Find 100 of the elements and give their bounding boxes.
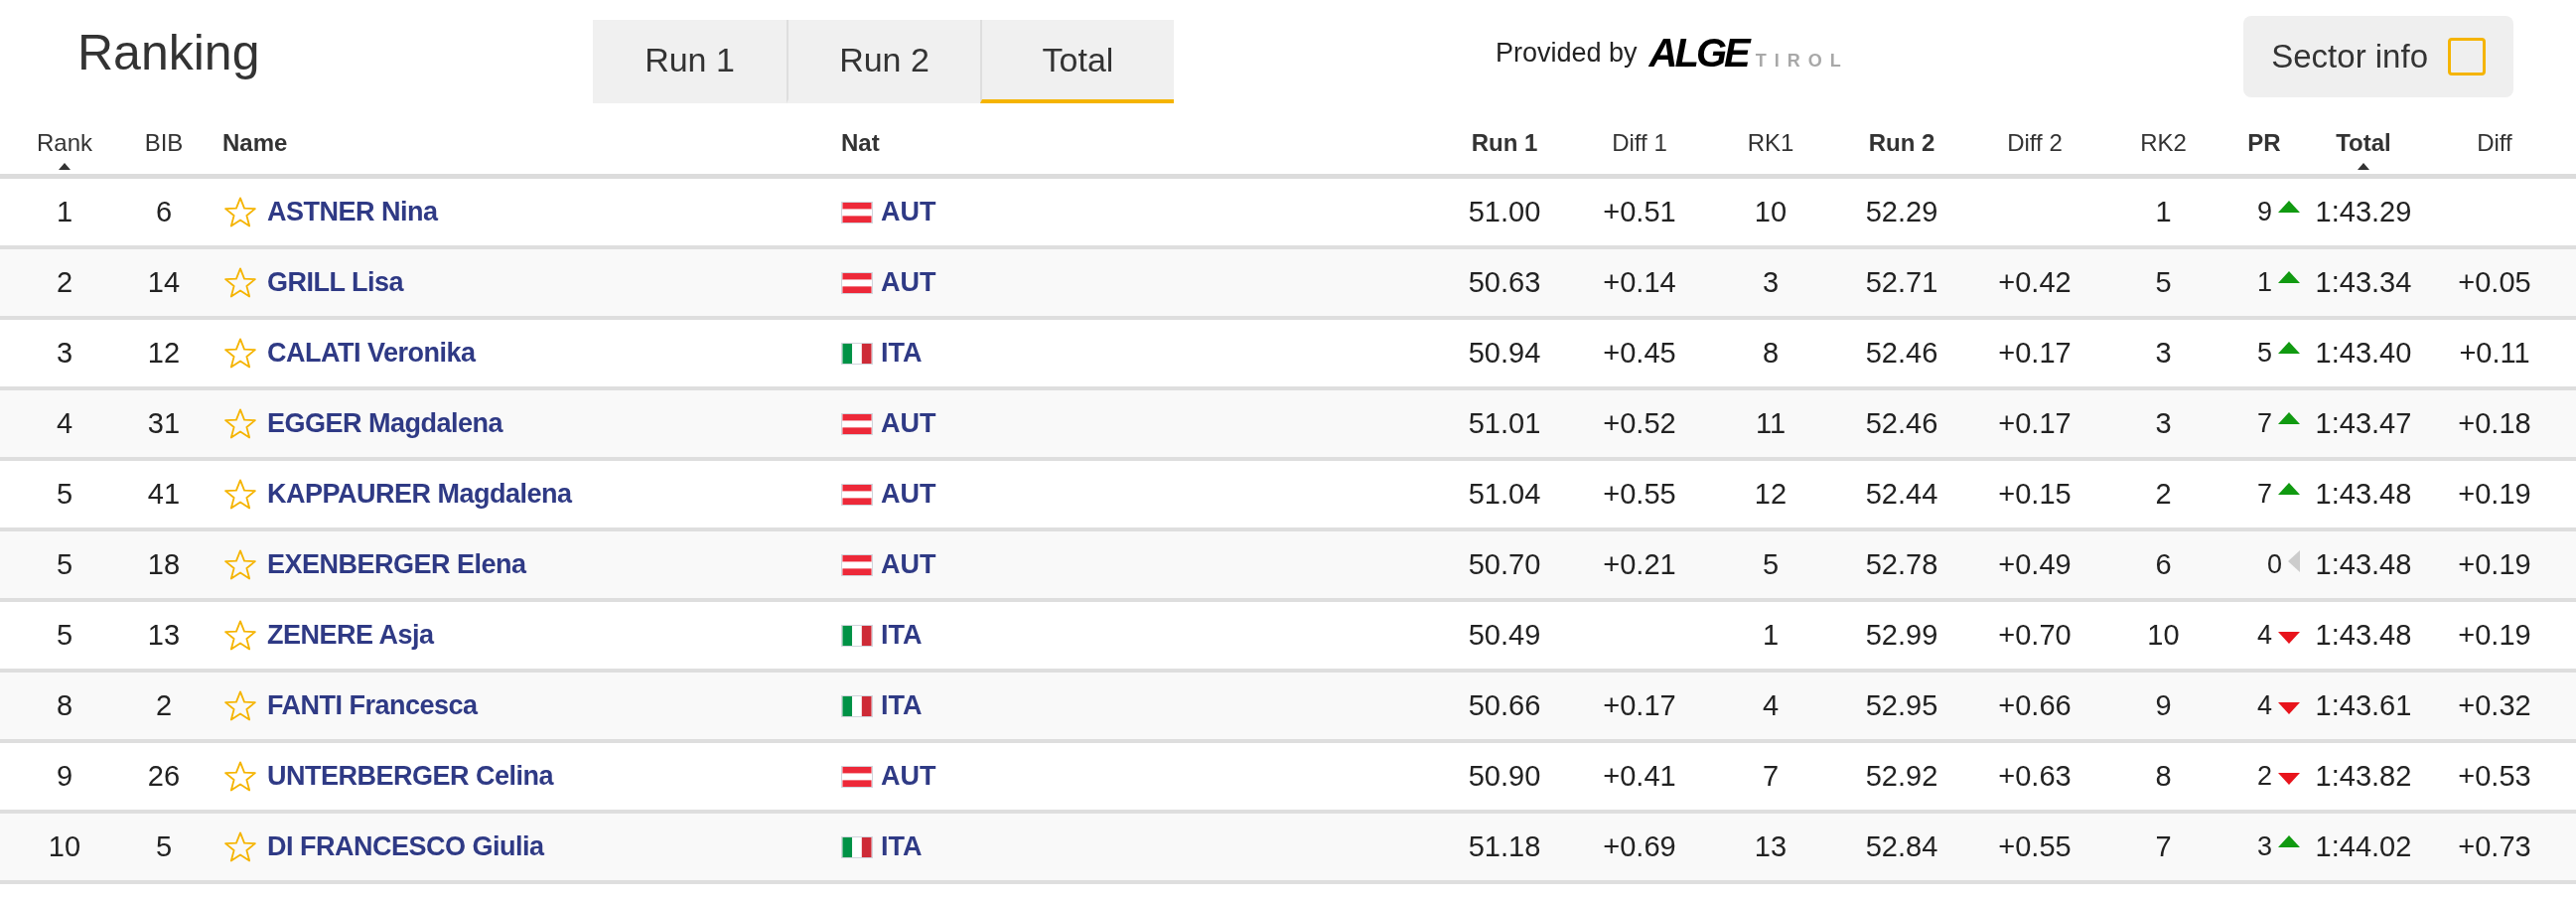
- diff-cell-text: +0.11: [2459, 335, 2530, 371]
- rk2-cell-text: 7: [2155, 828, 2172, 864]
- column-header[interactable]: Total: [2336, 125, 2391, 161]
- rk1-cell-text: 13: [1754, 828, 1788, 864]
- run2-time-cell-text: 52.99: [1865, 617, 1938, 653]
- rank-cell-text: 10: [48, 828, 81, 864]
- bib-cell-text: 41: [147, 476, 181, 512]
- star-icon[interactable]: [223, 689, 257, 722]
- bib-cell-text: 2: [155, 687, 173, 723]
- star-icon[interactable]: [223, 337, 257, 370]
- column-header[interactable]: Diff: [2477, 125, 2512, 161]
- alge-tirol-logo: ALGE TIROL: [1648, 30, 1849, 76]
- run1-time-cell-text: 50.63: [1468, 264, 1541, 300]
- rk1-cell-text: 11: [1755, 405, 1787, 441]
- run1-time-cell-text: 51.04: [1468, 476, 1541, 512]
- athlete-name-link[interactable]: CALATI Veronika: [267, 333, 476, 374]
- star-icon[interactable]: [223, 760, 257, 793]
- run2-time-cell-text: 52.78: [1865, 546, 1938, 582]
- total-time-cell-text: 1:43.47: [2315, 405, 2412, 441]
- column-header[interactable]: Run 1: [1471, 125, 1538, 161]
- checkbox[interactable]: [2448, 38, 2486, 75]
- rank-cell-text: 8: [56, 687, 73, 723]
- run1-time-cell-text: 50.94: [1468, 335, 1541, 371]
- run1-time-cell-text: 50.66: [1468, 687, 1541, 723]
- athlete-name-link[interactable]: EGGER Magdalena: [267, 403, 503, 444]
- column-header[interactable]: Diff 2: [2007, 125, 2063, 161]
- diff1-cell-text: +0.69: [1603, 828, 1676, 864]
- total-time-cell-text: 1:43.34: [2315, 264, 2412, 300]
- athlete-name-link[interactable]: ASTNER Nina: [267, 192, 438, 232]
- star-icon[interactable]: [223, 266, 257, 299]
- rank-cell-text: 5: [56, 617, 73, 653]
- position-change-cell-text: 4: [2256, 619, 2272, 653]
- athlete-name-link[interactable]: ZENERE Asja: [267, 615, 434, 656]
- position-change-cell-text: 9: [2256, 196, 2272, 229]
- run2-time-cell-text: 52.46: [1865, 405, 1938, 441]
- tab[interactable]: Run 2: [787, 20, 980, 103]
- athlete-name-link[interactable]: DI FRANCESCO Giulia: [267, 827, 544, 867]
- diff2-cell-text: +0.17: [1998, 335, 2072, 371]
- diff2-cell-text: +0.42: [1998, 264, 2072, 300]
- tab[interactable]: Total: [980, 20, 1174, 103]
- column-header[interactable]: Nat: [841, 125, 880, 161]
- nation-code: AUT: [881, 478, 936, 512]
- position-change-cell-text: 3: [2256, 830, 2272, 864]
- rk2-cell-text: 10: [2147, 617, 2180, 653]
- rk2-cell-text: 6: [2155, 546, 2172, 582]
- run2-time-cell-text: 52.71: [1865, 264, 1938, 300]
- diff-cell-text: +0.18: [2458, 405, 2531, 441]
- diff-cell-text: +0.32: [2458, 687, 2531, 723]
- diff2-cell-text: +0.17: [1998, 405, 2072, 441]
- rank-cell-text: 3: [56, 335, 73, 371]
- column-header[interactable]: Name: [222, 125, 288, 161]
- total-time-cell-text: 1:43.40: [2315, 335, 2412, 371]
- athlete-name-link[interactable]: KAPPAURER Magdalena: [267, 474, 572, 515]
- star-icon[interactable]: [223, 407, 257, 440]
- bib-cell-text: 13: [147, 617, 181, 653]
- star-icon[interactable]: [223, 548, 257, 581]
- column-header[interactable]: RK1: [1747, 125, 1794, 161]
- column-header[interactable]: RK2: [2140, 125, 2187, 161]
- position-change-cell-text: 7: [2256, 407, 2272, 441]
- nation-code: ITA: [881, 689, 923, 723]
- bib-cell-text: 14: [147, 264, 181, 300]
- sector-info-toggle[interactable]: Sector info: [2243, 16, 2513, 97]
- tab[interactable]: Run 1: [593, 20, 787, 103]
- athlete-name-link[interactable]: UNTERBERGER Celina: [267, 756, 554, 797]
- diff2-cell-text: +0.49: [1998, 546, 2072, 582]
- run2-time-cell-text: 52.44: [1865, 476, 1938, 512]
- rk1-cell-text: 3: [1762, 264, 1780, 300]
- rk1-cell-text: 1: [1762, 617, 1780, 653]
- position-change-cell-text: 0: [2266, 548, 2282, 582]
- position-change-cell-text: 5: [2256, 337, 2272, 371]
- star-icon[interactable]: [223, 196, 257, 228]
- page-title: Ranking: [77, 24, 260, 80]
- position-change-cell-text: 1: [2256, 266, 2272, 300]
- diff-cell-text: +0.05: [2458, 264, 2531, 300]
- star-icon[interactable]: [223, 478, 257, 511]
- athlete-name-link[interactable]: EXENBERGER Elena: [267, 544, 526, 585]
- column-header[interactable]: BIB: [144, 125, 184, 161]
- nation-code: AUT: [881, 266, 936, 300]
- diff1-cell-text: +0.45: [1603, 335, 1676, 371]
- column-header[interactable]: Diff 1: [1612, 125, 1667, 161]
- star-icon[interactable]: [223, 830, 257, 863]
- column-header[interactable]: PR: [2247, 125, 2281, 161]
- column-header[interactable]: Rank: [37, 125, 92, 161]
- bib-cell-text: 5: [155, 828, 173, 864]
- position-change-cell-text: 2: [2256, 760, 2272, 794]
- run1-time-cell-text: 50.49: [1468, 617, 1541, 653]
- athlete-name-link[interactable]: FANTI Francesca: [267, 685, 478, 726]
- rank-cell-text: 9: [56, 758, 73, 794]
- run1-time-cell-text: 51.00: [1468, 194, 1541, 229]
- total-time-cell-text: 1:43.61: [2315, 687, 2412, 723]
- diff1-cell-text: +0.17: [1603, 687, 1676, 723]
- total-time-cell-text: 1:44.02: [2315, 828, 2412, 864]
- athlete-name-link[interactable]: GRILL Lisa: [267, 262, 404, 303]
- rk1-cell-text: 4: [1762, 687, 1780, 723]
- position-change-cell-text: 7: [2256, 478, 2272, 512]
- column-header[interactable]: Run 2: [1868, 125, 1935, 161]
- diff1-cell-text: +0.55: [1603, 476, 1676, 512]
- star-icon[interactable]: [223, 619, 257, 652]
- total-time-cell-text: 1:43.82: [2315, 758, 2412, 794]
- rk1-cell-text: 12: [1754, 476, 1788, 512]
